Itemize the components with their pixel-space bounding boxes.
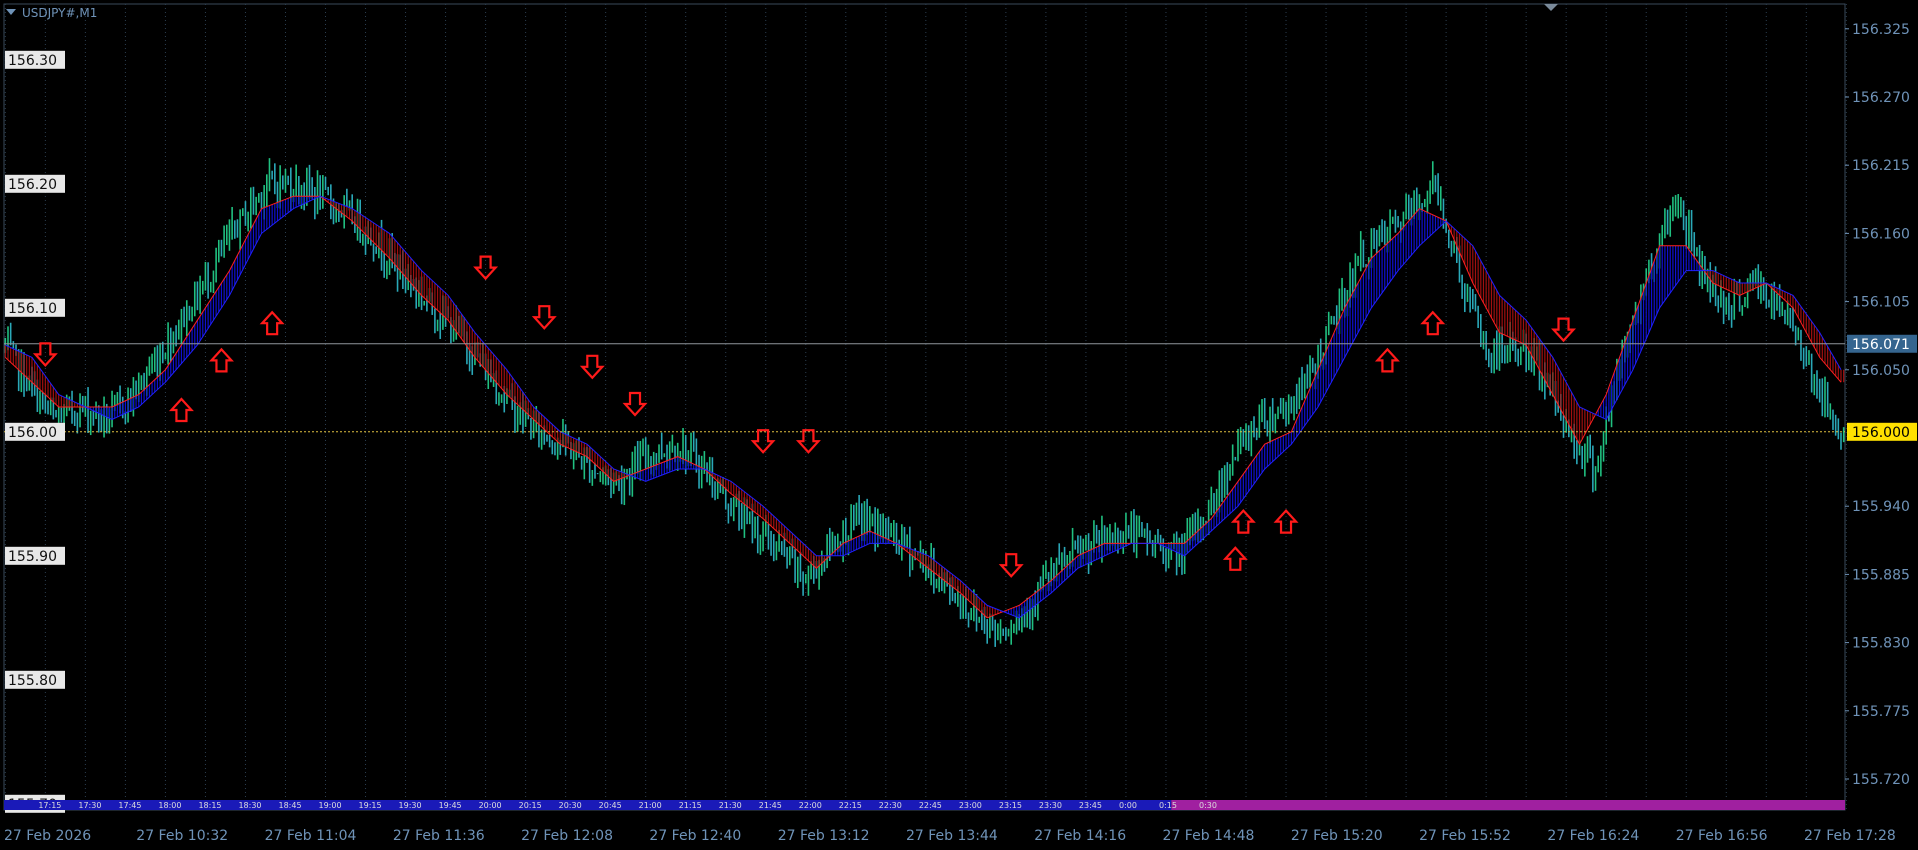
session-label: 23:15 bbox=[999, 801, 1022, 810]
left-axis-label: 156.30 bbox=[8, 53, 57, 69]
session-label: 18:15 bbox=[198, 801, 221, 810]
symbol-timeframe-label: USDJPY#,M1 bbox=[22, 6, 98, 20]
session-label: 22:15 bbox=[839, 801, 862, 810]
session-label: 23:00 bbox=[959, 801, 982, 810]
session-label: 21:30 bbox=[719, 801, 742, 810]
symbol-dropdown-icon[interactable] bbox=[6, 9, 16, 15]
price-axis-label: 155.830 bbox=[1852, 636, 1910, 652]
session-label: 19:45 bbox=[439, 801, 462, 810]
session-label: 0:00 bbox=[1119, 801, 1137, 810]
session-label: 19:15 bbox=[359, 801, 382, 810]
left-axis-label: 156.20 bbox=[8, 177, 57, 193]
time-axis-label: 27 Feb 10:32 bbox=[136, 828, 228, 844]
time-axis-label: 27 Feb 12:08 bbox=[521, 828, 613, 844]
session-label: 21:15 bbox=[679, 801, 702, 810]
time-axis-label: 27 Feb 11:04 bbox=[265, 828, 357, 844]
session-label: 19:00 bbox=[319, 801, 342, 810]
session-label: 20:30 bbox=[559, 801, 582, 810]
price-axis-label: 156.160 bbox=[1852, 226, 1910, 242]
price-axis-label: 156.105 bbox=[1852, 295, 1910, 311]
session-label: 21:00 bbox=[639, 801, 662, 810]
session-bar-magenta bbox=[1171, 800, 1845, 810]
time-axis-label: 27 Feb 14:48 bbox=[1163, 828, 1255, 844]
price-axis-label: 155.885 bbox=[1852, 567, 1910, 583]
session-label: 22:30 bbox=[879, 801, 902, 810]
session-label: 20:15 bbox=[519, 801, 542, 810]
price-axis-label: 156.270 bbox=[1852, 90, 1910, 106]
session-label: 17:45 bbox=[118, 801, 141, 810]
time-axis-label: 27 Feb 15:20 bbox=[1291, 828, 1383, 844]
session-label: 20:45 bbox=[599, 801, 622, 810]
left-axis-label: 155.90 bbox=[8, 549, 57, 565]
session-label: 0:30 bbox=[1199, 801, 1217, 810]
time-axis-label: 27 Feb 13:44 bbox=[906, 828, 998, 844]
price-axis-label: 156.050 bbox=[1852, 363, 1910, 379]
session-label: 0:15 bbox=[1159, 801, 1177, 810]
left-axis-label: 155.80 bbox=[8, 673, 57, 689]
session-label: 18:45 bbox=[278, 801, 301, 810]
left-axis-label: 156.10 bbox=[8, 301, 57, 317]
session-label: 23:45 bbox=[1079, 801, 1102, 810]
time-axis-label: 27 Feb 15:52 bbox=[1419, 828, 1511, 844]
time-axis-label: 27 Feb 13:12 bbox=[778, 828, 870, 844]
session-label: 23:30 bbox=[1039, 801, 1062, 810]
time-axis-label: 27 Feb 11:36 bbox=[393, 828, 485, 844]
time-axis-label: 27 Feb 12:40 bbox=[649, 828, 741, 844]
session-label: 17:15 bbox=[38, 801, 61, 810]
session-label: 22:00 bbox=[799, 801, 822, 810]
time-axis-label: 27 Feb 16:56 bbox=[1676, 828, 1768, 844]
price-chart[interactable]: 156.325 156.270 156.215 156.160 156.105 156.0… bbox=[0, 0, 1918, 850]
left-axis-label: 156.00 bbox=[8, 425, 57, 441]
price-axis-label: 155.775 bbox=[1852, 704, 1910, 720]
price-axis-label: 155.720 bbox=[1852, 772, 1910, 788]
session-label: 19:30 bbox=[399, 801, 422, 810]
session-label: 18:00 bbox=[158, 801, 181, 810]
time-axis-label: 27 Feb 14:16 bbox=[1034, 828, 1126, 844]
bid-price-label: 156.071 bbox=[1852, 337, 1910, 353]
session-label: 21:45 bbox=[759, 801, 782, 810]
price-axis-label: 156.325 bbox=[1852, 22, 1910, 38]
price-axis-label: 155.940 bbox=[1852, 499, 1910, 515]
price-axis-label: 156.215 bbox=[1852, 158, 1910, 174]
ask-price-label: 156.000 bbox=[1852, 425, 1910, 441]
session-label: 18:30 bbox=[238, 801, 261, 810]
session-label: 20:00 bbox=[479, 801, 502, 810]
time-axis-label: 27 Feb 17:28 bbox=[1804, 828, 1896, 844]
time-axis-label: 27 Feb 2026 bbox=[4, 828, 91, 844]
session-label: 17:30 bbox=[78, 801, 101, 810]
session-label: 22:45 bbox=[919, 801, 942, 810]
time-axis-label: 27 Feb 16:24 bbox=[1547, 828, 1639, 844]
chart-background bbox=[0, 0, 1918, 850]
